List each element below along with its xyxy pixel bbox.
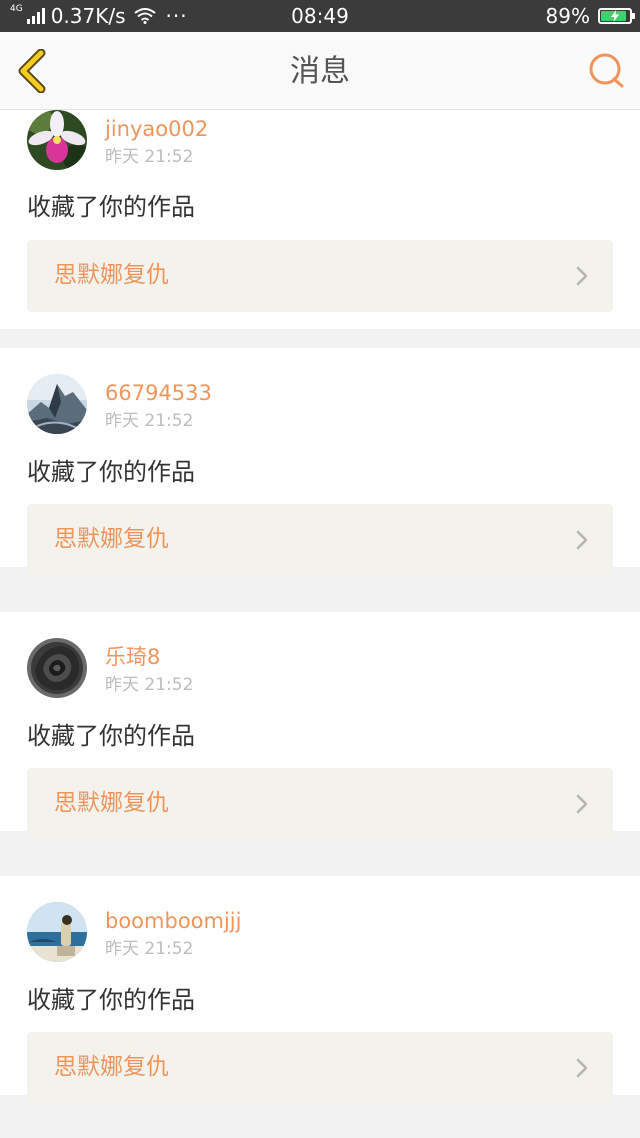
work-link[interactable]: 思默娜复仇 bbox=[27, 240, 613, 312]
search-button[interactable] bbox=[586, 51, 626, 91]
action-text: 收藏了你的作品 bbox=[27, 722, 195, 750]
charging-bolt-icon bbox=[611, 10, 619, 22]
work-link[interactable]: 思默娜复仇 bbox=[27, 1032, 613, 1104]
action-text: 收藏了你的作品 bbox=[27, 458, 195, 486]
status-right: 89% bbox=[545, 4, 635, 28]
message-card: 66794533 昨天 21:52 收藏了你的作品 思默娜复仇 bbox=[0, 348, 640, 576]
username[interactable]: jinyao002 bbox=[105, 116, 208, 142]
work-title: 思默娜复仇 bbox=[54, 526, 169, 552]
page-title: 消息 bbox=[290, 54, 350, 89]
avatar[interactable] bbox=[27, 374, 87, 434]
search-icon bbox=[589, 53, 624, 88]
timestamp: 昨天 21:52 bbox=[105, 411, 194, 431]
timestamp: 昨天 21:52 bbox=[105, 675, 194, 695]
avatar[interactable] bbox=[27, 110, 87, 170]
timestamp: 昨天 21:52 bbox=[105, 147, 194, 167]
battery-cap bbox=[632, 13, 635, 19]
chevron-right-icon bbox=[576, 266, 588, 286]
seaside-avatar bbox=[27, 902, 87, 962]
avatar[interactable] bbox=[27, 638, 87, 698]
work-link[interactable]: 思默娜复仇 bbox=[27, 504, 613, 576]
message-card: jinyao002 昨天 21:52 收藏了你的作品 思默娜复仇 bbox=[0, 110, 640, 329]
status-bar: 4G 0.37K/s ··· 08:49 89% bbox=[0, 0, 640, 32]
chevron-right-icon bbox=[576, 530, 588, 550]
action-text: 收藏了你的作品 bbox=[27, 986, 195, 1014]
message-card: boomboomjjj 昨天 21:52 收藏了你的作品 思默娜复仇 bbox=[0, 876, 640, 1104]
username[interactable]: boomboomjjj bbox=[105, 908, 241, 934]
timestamp: 昨天 21:52 bbox=[105, 939, 194, 959]
work-title: 思默娜复仇 bbox=[54, 790, 169, 816]
nav-bar: 消息 bbox=[0, 32, 640, 110]
avatar[interactable] bbox=[27, 902, 87, 962]
username[interactable]: 乐琦8 bbox=[105, 644, 160, 670]
mountain-avatar bbox=[27, 374, 87, 434]
battery-percent: 89% bbox=[545, 4, 590, 28]
clock: 08:49 bbox=[291, 4, 349, 28]
chevron-right-icon bbox=[576, 1058, 588, 1078]
action-text: 收藏了你的作品 bbox=[27, 193, 195, 221]
work-title: 思默娜复仇 bbox=[54, 1054, 169, 1080]
battery-icon bbox=[598, 8, 635, 24]
orchid-avatar bbox=[27, 110, 87, 170]
username[interactable]: 66794533 bbox=[105, 380, 212, 406]
work-title: 思默娜复仇 bbox=[54, 262, 169, 288]
message-card: 乐琦8 昨天 21:52 收藏了你的作品 思默娜复仇 bbox=[0, 612, 640, 840]
chevron-right-icon bbox=[576, 794, 588, 814]
rose-avatar bbox=[27, 638, 87, 698]
work-link[interactable]: 思默娜复仇 bbox=[27, 768, 613, 840]
